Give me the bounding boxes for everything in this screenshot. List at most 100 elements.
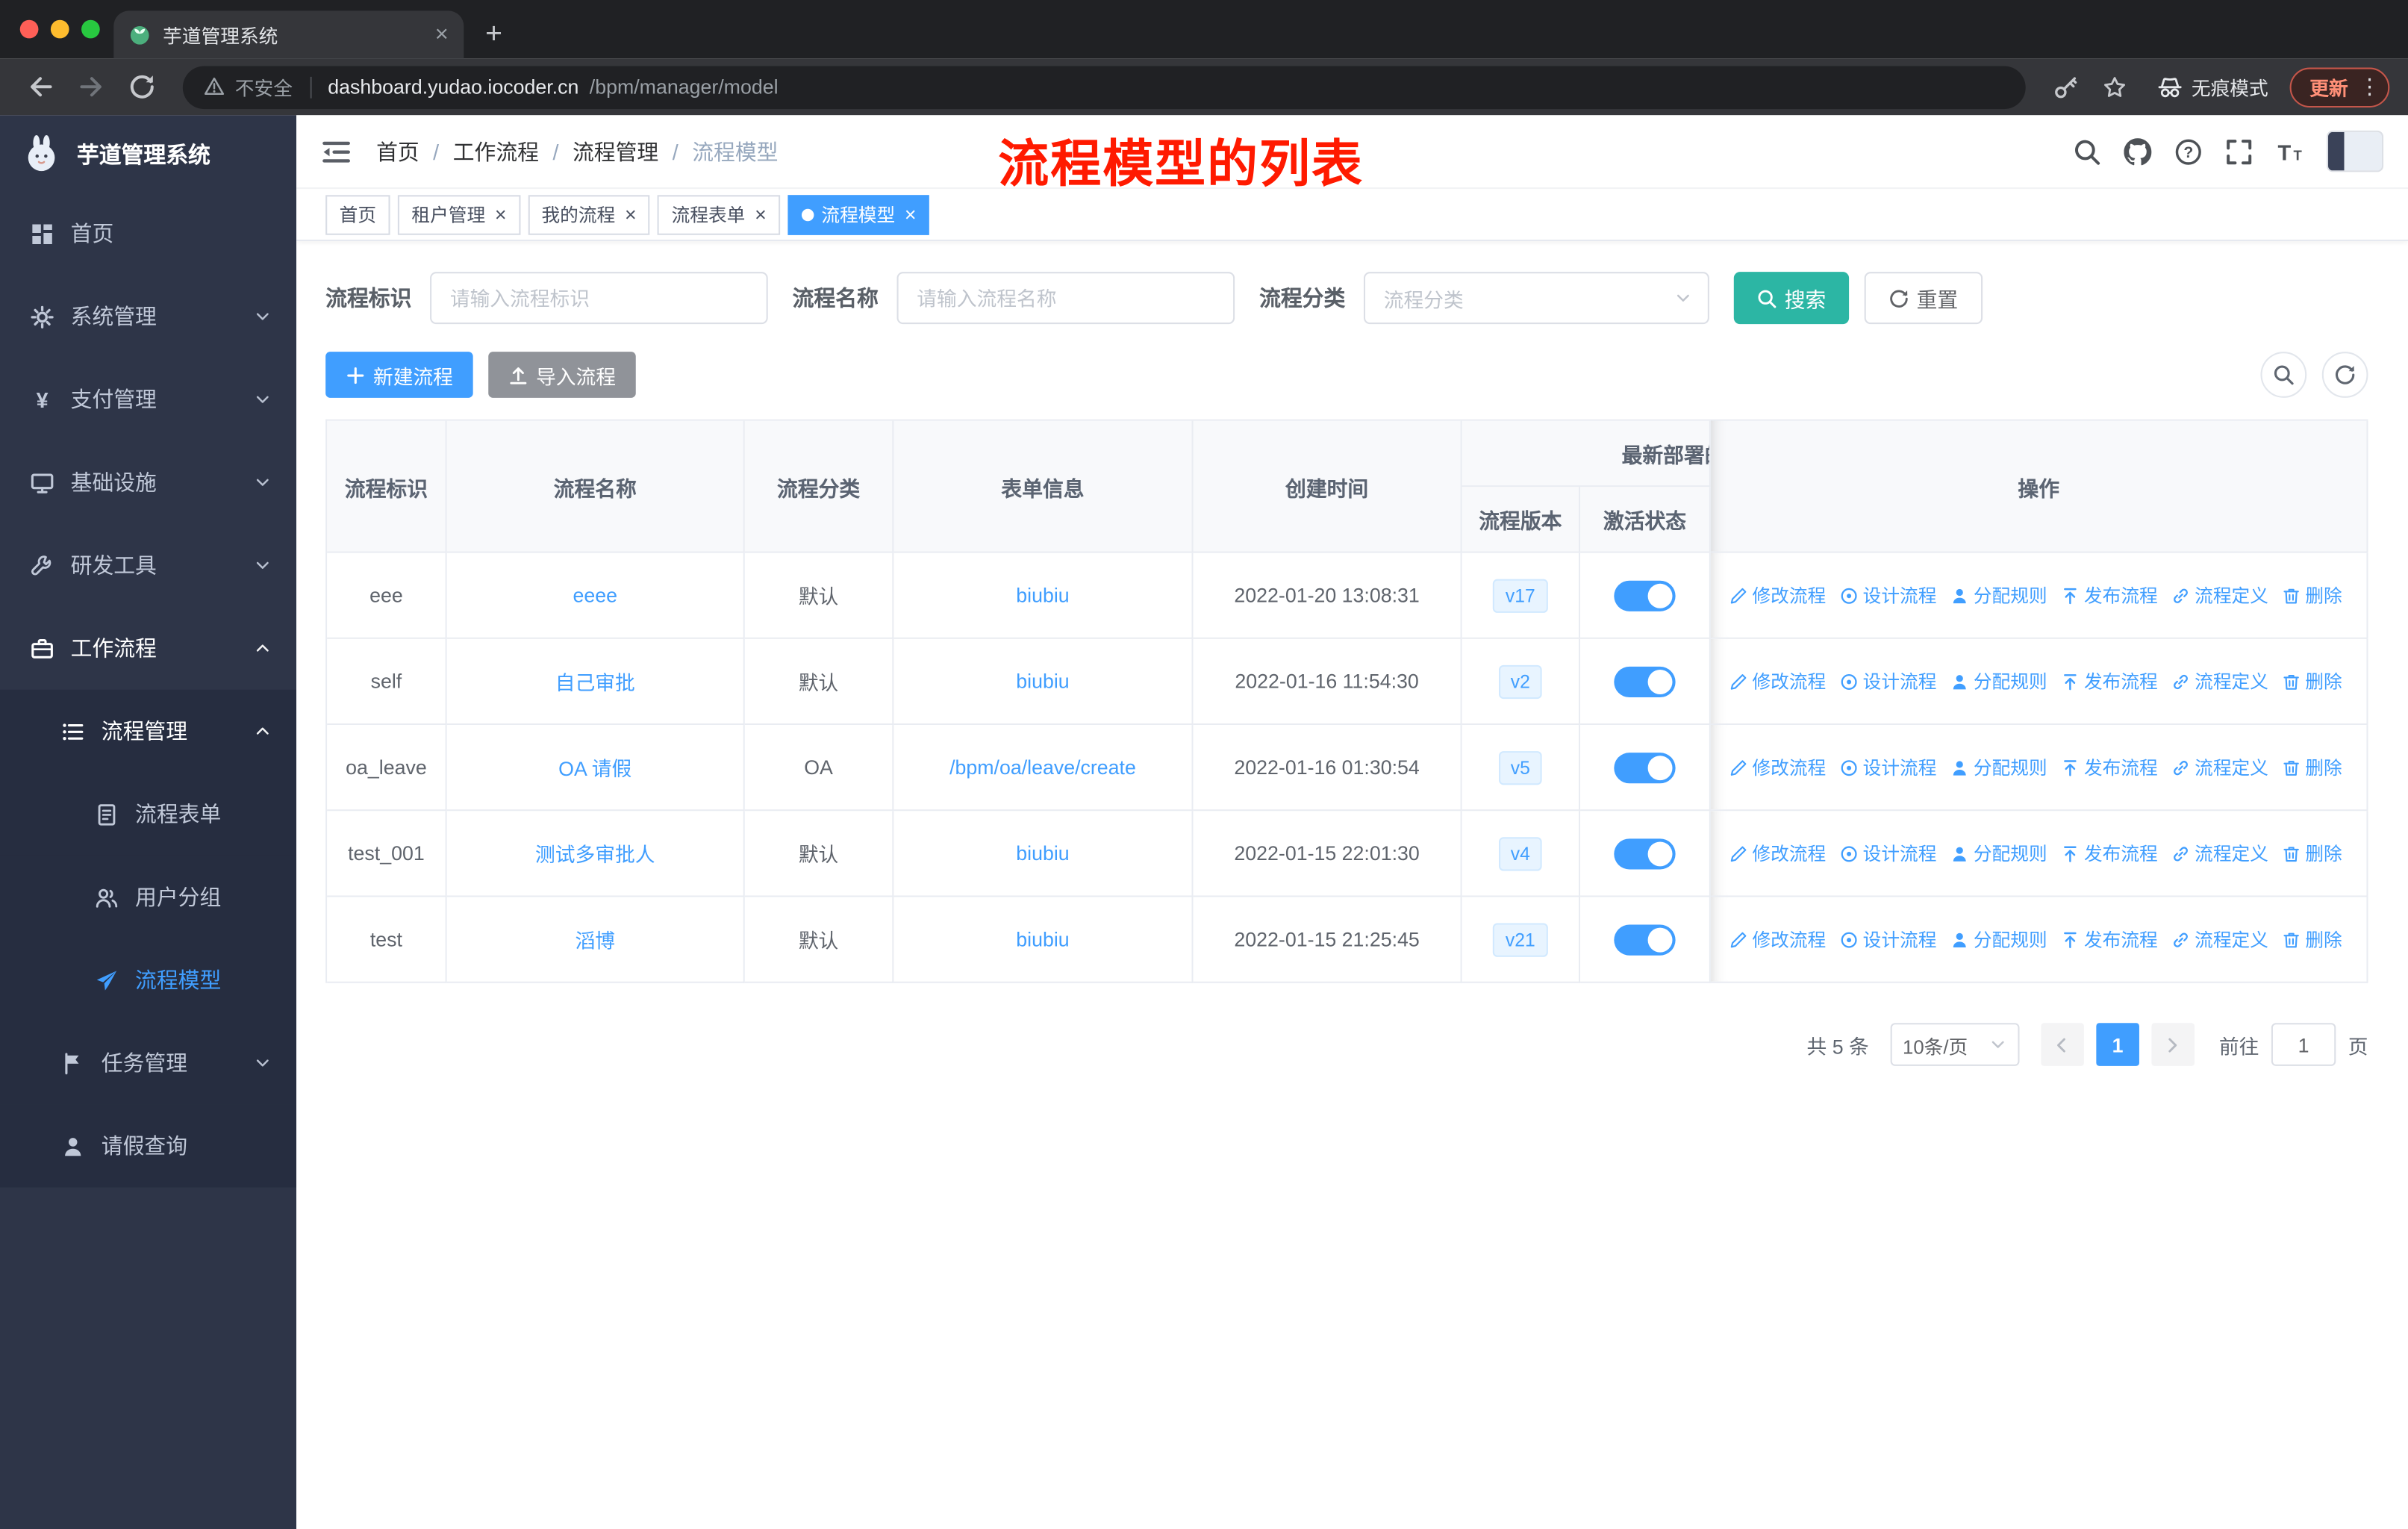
tag-my-process[interactable]: 我的流程 × [527,194,650,234]
version-tag[interactable]: v5 [1498,750,1543,785]
sidebar-item-process-model[interactable]: 流程模型 [0,938,297,1022]
refresh-table-button[interactable] [2321,352,2368,398]
version-tag[interactable]: v2 [1498,664,1543,699]
filter-name-input[interactable] [896,272,1235,325]
toggle-search-button[interactable] [2260,352,2307,398]
breadcrumb-item[interactable]: 工作流程 [453,136,539,166]
star-icon[interactable] [2103,75,2127,99]
active-toggle[interactable] [1614,579,1676,611]
row-action-publish[interactable]: 发布流程 [2061,668,2158,694]
row-action-definition[interactable]: 流程定义 [2171,840,2268,866]
row-action-modify[interactable]: 修改流程 [1729,668,1826,694]
row-action-publish[interactable]: 发布流程 [2061,582,2158,608]
sidebar-item-payment[interactable]: ¥ 支付管理 [0,358,296,440]
sidebar-item-process-management[interactable]: 流程管理 [0,689,297,773]
form-info-link[interactable]: biubiu [1016,584,1069,607]
sidebar-item-infra[interactable]: 基础设施 [0,440,296,523]
sidebar-item-devtools[interactable]: 研发工具 [0,524,296,607]
kebab-menu-icon[interactable]: ⋮ [2357,74,2382,100]
page-1-button[interactable]: 1 [2096,1023,2139,1066]
help-icon[interactable]: ? [2174,137,2202,165]
zoom-window-button[interactable] [81,19,100,39]
form-info-link[interactable]: biubiu [1016,841,1069,865]
key-icon[interactable] [2053,75,2078,99]
close-icon[interactable]: × [755,205,767,225]
sidebar-item-leave-query[interactable]: 请假查询 [0,1104,297,1188]
row-action-delete[interactable]: 删除 [2282,754,2342,780]
row-action-modify[interactable]: 修改流程 [1729,927,1826,953]
row-action-delete[interactable]: 删除 [2282,582,2342,608]
close-icon[interactable]: × [625,205,637,225]
font-size-icon[interactable]: TT [2276,137,2303,165]
row-action-assign-rule[interactable]: 分配规则 [1950,927,2047,953]
row-action-definition[interactable]: 流程定义 [2171,927,2268,953]
active-toggle[interactable] [1614,752,1676,783]
row-action-design[interactable]: 设计流程 [1840,582,1936,608]
form-info-link[interactable]: /bpm/oa/leave/create [949,756,1136,779]
sidebar-item-task-management[interactable]: 任务管理 [0,1021,297,1105]
row-action-modify[interactable]: 修改流程 [1729,582,1826,608]
page-size-select[interactable]: 10条/页 [1890,1023,2020,1066]
close-icon[interactable]: × [905,205,917,225]
search-button[interactable]: 搜索 [1733,272,1850,325]
search-icon[interactable] [2073,137,2100,165]
row-action-delete[interactable]: 删除 [2282,927,2342,953]
minimize-window-button[interactable] [50,19,69,39]
row-action-publish[interactable]: 发布流程 [2061,754,2158,780]
active-toggle[interactable] [1614,924,1676,955]
row-action-assign-rule[interactable]: 分配规则 [1950,754,2047,780]
url-bar[interactable]: 不安全 dashboard.yudao.iocoder.cn/bpm/manag… [182,65,2026,109]
active-toggle[interactable] [1614,665,1676,697]
row-action-design[interactable]: 设计流程 [1840,668,1936,694]
breadcrumb-item[interactable]: 流程管理 [573,136,658,166]
form-info-link[interactable]: biubiu [1016,670,1069,693]
row-action-design[interactable]: 设计流程 [1840,840,1936,866]
new-tab-button[interactable]: + [485,20,502,49]
close-icon[interactable]: × [495,205,507,225]
import-process-button[interactable]: 导入流程 [488,352,636,398]
tag-tenant[interactable]: 租户管理 × [397,194,520,234]
row-action-assign-rule[interactable]: 分配规则 [1950,840,2047,866]
process-name-link[interactable]: 测试多审批人 [535,838,655,868]
row-action-definition[interactable]: 流程定义 [2171,668,2268,694]
sidebar-item-user-group[interactable]: 用户分组 [0,855,297,939]
tag-home[interactable]: 首页 [325,194,390,234]
sidebar-item-home[interactable]: 首页 [0,192,296,275]
row-action-modify[interactable]: 修改流程 [1729,840,1826,866]
github-icon[interactable] [2124,137,2152,165]
avatar[interactable] [2326,130,2384,172]
row-action-modify[interactable]: 修改流程 [1729,754,1826,780]
create-process-button[interactable]: 新建流程 [325,352,473,398]
version-tag[interactable]: v4 [1498,836,1543,871]
version-tag[interactable]: v17 [1493,578,1548,612]
goto-page-input[interactable] [2271,1023,2336,1066]
sidebar-item-system[interactable]: 系统管理 [0,275,296,358]
row-action-assign-rule[interactable]: 分配规则 [1950,582,2047,608]
row-action-publish[interactable]: 发布流程 [2061,840,2158,866]
breadcrumb-item[interactable]: 首页 [376,136,419,166]
process-name-link[interactable]: OA 请假 [558,753,631,782]
app-logo[interactable]: 芋道管理系统 [0,115,296,192]
close-tab-icon[interactable]: × [435,22,449,48]
row-action-publish[interactable]: 发布流程 [2061,927,2158,953]
process-name-link[interactable]: 自己审批 [555,667,635,696]
row-action-definition[interactable]: 流程定义 [2171,582,2268,608]
fullscreen-icon[interactable] [2225,137,2253,165]
reload-icon[interactable] [129,74,155,100]
tag-process-form[interactable]: 流程表单 × [658,194,780,234]
filter-key-input[interactable] [430,272,768,325]
row-action-design[interactable]: 设计流程 [1840,754,1936,780]
row-action-assign-rule[interactable]: 分配规则 [1950,668,2047,694]
menu-fold-icon[interactable] [321,136,352,166]
next-page-button[interactable] [2151,1023,2195,1066]
version-tag[interactable]: v21 [1493,922,1548,956]
prev-page-button[interactable] [2041,1023,2084,1066]
row-action-delete[interactable]: 删除 [2282,668,2342,694]
update-button[interactable]: 更新 ⋮ [2289,66,2390,107]
process-name-link[interactable]: 滔博 [575,925,615,954]
sidebar-item-process-form[interactable]: 流程表单 [0,772,297,856]
back-icon[interactable] [28,74,54,100]
row-action-delete[interactable]: 删除 [2282,840,2342,866]
sidebar-item-workflow[interactable]: 工作流程 [0,607,296,690]
reset-button[interactable]: 重置 [1864,272,1983,325]
